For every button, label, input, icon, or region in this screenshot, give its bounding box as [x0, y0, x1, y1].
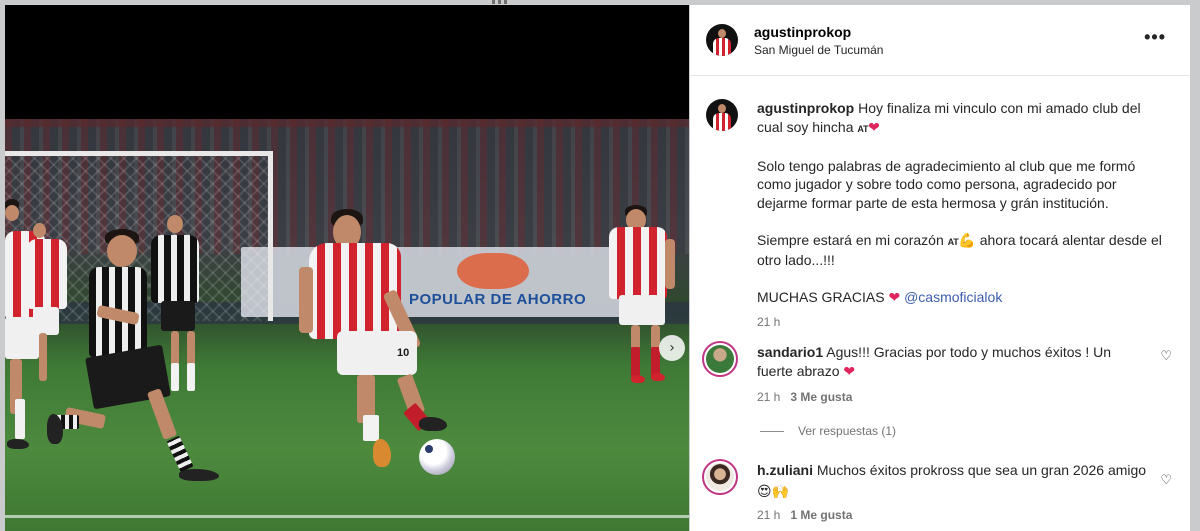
caption-paragraph-4: MUCHAS GRACIAS: [757, 289, 885, 305]
next-slide-button[interactable]: ›: [659, 335, 685, 361]
heart-emoji: ❤: [888, 289, 901, 305]
post-header: agustinprokop San Miguel de Tucumán •••: [690, 5, 1190, 76]
post-caption: agustinprokop Hoy finaliza mi vinculo co…: [757, 99, 1169, 331]
sponsor-logo: [457, 253, 529, 289]
heart-outline-icon[interactable]: ♡: [1160, 349, 1172, 364]
club-badge-icon: AT: [857, 123, 869, 134]
replies-divider: [760, 430, 784, 432]
sponsor-banner-text: POPULAR DE AHORRO: [409, 291, 587, 308]
heart-emoji: ❤: [843, 362, 856, 379]
comment-timestamp[interactable]: 21 h: [757, 390, 780, 404]
commenter-avatar[interactable]: [702, 341, 738, 377]
post-details-panel: agustinprokop San Miguel de Tucumán ••• …: [690, 5, 1190, 531]
view-replies-button[interactable]: Ver respuestas (1): [760, 424, 896, 438]
caption-author-avatar[interactable]: [706, 99, 738, 131]
jersey-number: 10: [397, 347, 410, 359]
comment-text: Muchos éxitos prokross que sea un gran 2…: [816, 462, 1147, 478]
heart-outline-icon[interactable]: ♡: [1160, 473, 1172, 488]
view-replies-label: Ver respuestas (1): [798, 424, 897, 438]
more-options-icon[interactable]: •••: [1144, 27, 1166, 48]
comment-username[interactable]: sandario1: [757, 344, 823, 360]
author-username[interactable]: agustinprokop: [754, 24, 851, 40]
post-location[interactable]: San Miguel de Tucumán: [754, 43, 883, 57]
pitch-line: [5, 515, 689, 518]
commenter-avatar[interactable]: [702, 459, 738, 495]
author-avatar[interactable]: [706, 24, 738, 56]
comment-username[interactable]: h.zuliani: [757, 462, 813, 478]
soccer-ball: [419, 439, 455, 475]
comment-likes-count[interactable]: 3 Me gusta: [790, 390, 852, 404]
flexed-biceps-emoji: 💪: [958, 231, 976, 248]
caption-paragraph-2: Solo tengo palabras de agradecimiento al…: [757, 157, 1136, 211]
comment-timestamp[interactable]: 21 h: [757, 508, 780, 522]
chevron-right-icon: ›: [669, 340, 675, 356]
mention-link[interactable]: @casmoficialok: [904, 289, 1002, 305]
comment-emojis: 😍🙌: [757, 482, 790, 499]
post-photo: POPULAR DE AHORRO 10: [5, 119, 689, 531]
post-media: POPULAR DE AHORRO 10 ›: [5, 5, 689, 531]
caption-paragraph-3-start: Siempre estará en mi corazón: [757, 231, 944, 248]
caption-timestamp[interactable]: 21 h: [757, 313, 1169, 332]
caption-username[interactable]: agustinprokop: [757, 100, 854, 116]
comment-likes-count[interactable]: 1 Me gusta: [790, 508, 852, 522]
club-badge-icon: AT: [947, 236, 959, 247]
heart-emoji: ❤: [868, 118, 880, 135]
